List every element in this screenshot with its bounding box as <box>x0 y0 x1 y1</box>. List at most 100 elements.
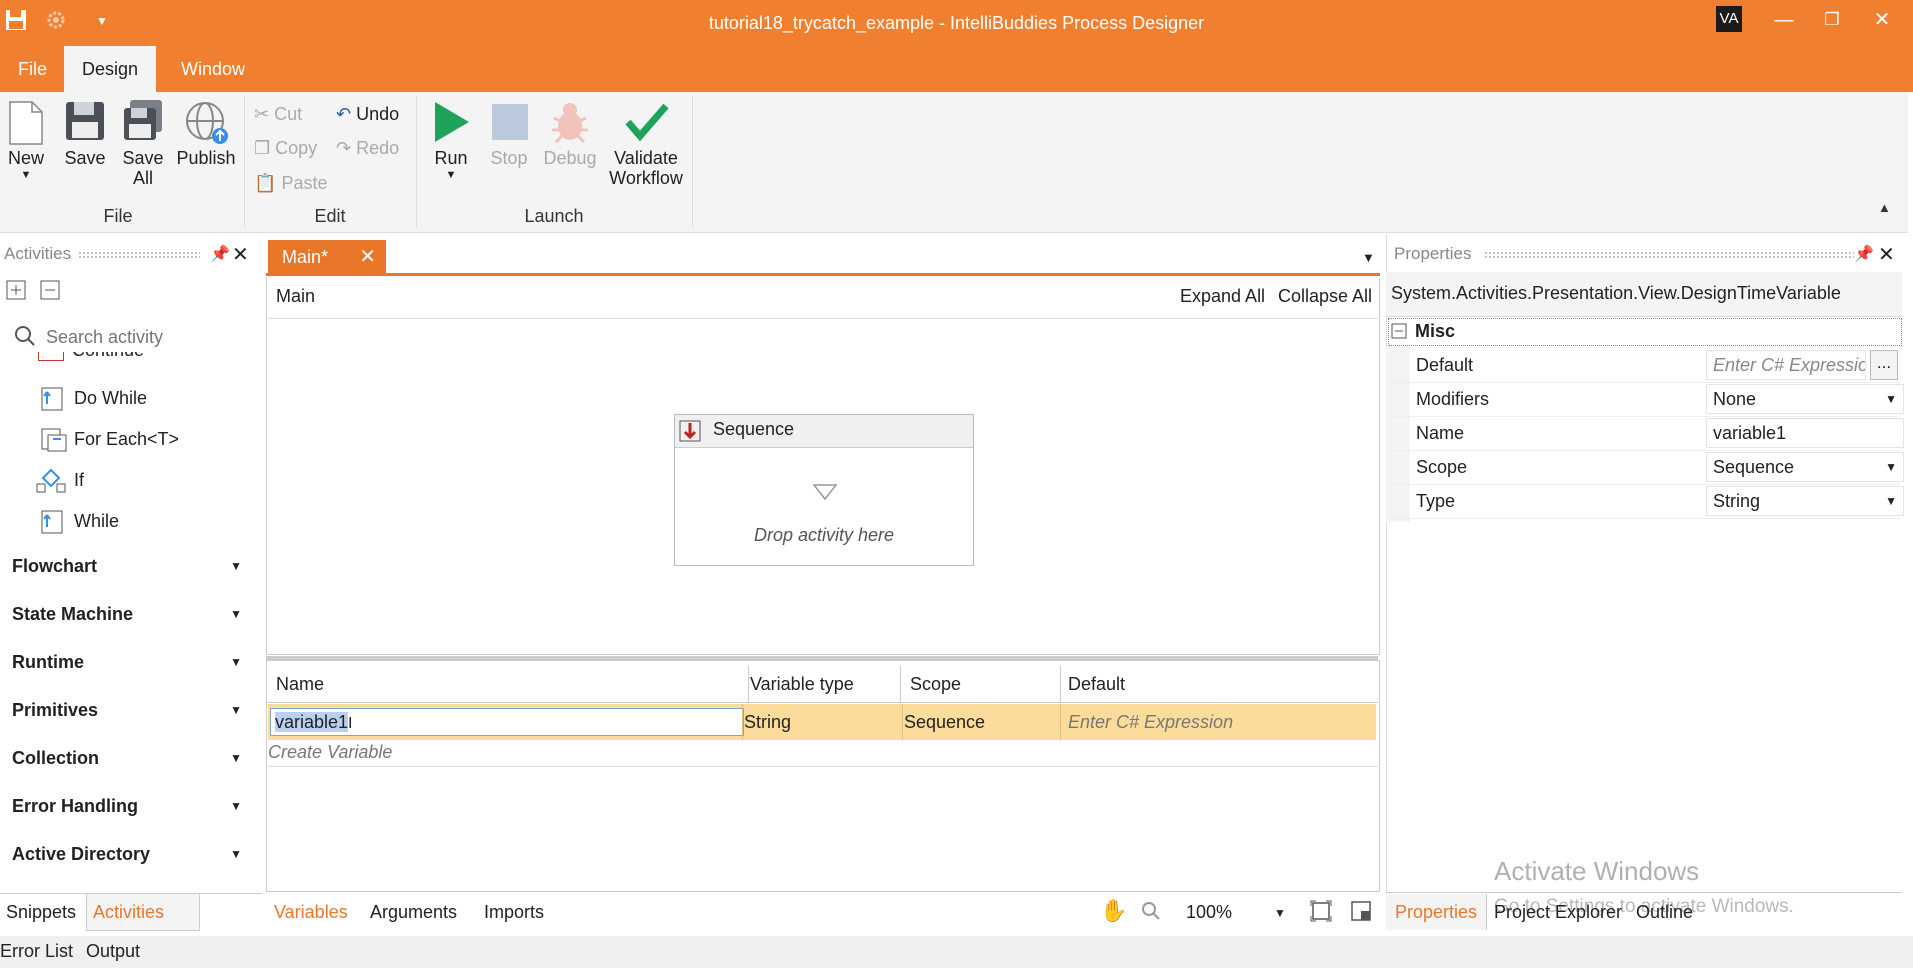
redo-button[interactable]: ↷ Redo <box>336 133 399 163</box>
property-row-modifiers: Modifiers None ▼ <box>1390 382 1904 417</box>
pin-icon[interactable]: 📌 <box>210 244 230 264</box>
panel-grip[interactable] <box>1484 251 1854 259</box>
category-runtime[interactable]: Runtime ▼ <box>12 639 242 685</box>
save-button[interactable]: Save <box>60 100 110 169</box>
collapse-section-icon[interactable] <box>1391 323 1407 344</box>
chevron-down-icon: ▼ <box>230 559 242 573</box>
activities-panel-title: Activities <box>4 244 72 263</box>
ellipsis-button[interactable]: ... <box>1870 350 1898 380</box>
divider <box>742 704 743 740</box>
type-select[interactable]: String ▼ <box>1706 486 1904 516</box>
modifiers-select[interactable]: None ▼ <box>1706 384 1904 414</box>
variable-scope-cell[interactable]: Sequence <box>904 704 1054 740</box>
category-active-directory[interactable]: Active Directory ▼ <box>12 831 242 877</box>
property-row-default: Default Enter C# Expression ... <box>1390 348 1900 383</box>
tab-activities[interactable]: Activities <box>86 894 200 931</box>
tab-underline <box>266 273 1380 276</box>
category-state-machine[interactable]: State Machine ▼ <box>12 591 242 637</box>
save-all-button[interactable]: Save All <box>118 100 168 188</box>
minimize-icon[interactable]: — <box>1766 6 1802 34</box>
new-dropdown-icon[interactable]: ▼ <box>4 169 48 181</box>
search-input[interactable] <box>44 322 248 352</box>
column-header-scope[interactable]: Scope <box>902 666 1061 702</box>
sequence-header[interactable]: Sequence <box>675 415 973 448</box>
undo-button[interactable]: ↶ Undo <box>336 99 399 129</box>
category-primitives[interactable]: Primitives ▼ <box>12 687 242 733</box>
divider <box>1060 704 1061 740</box>
run-dropdown-icon[interactable]: ▼ <box>428 169 474 181</box>
copy-button[interactable]: ❐ Copy <box>254 133 317 163</box>
cut-button[interactable]: ✂ Cut <box>254 99 302 129</box>
column-header-default[interactable]: Default <box>1060 666 1376 702</box>
collapse-all-icon[interactable] <box>40 280 60 305</box>
overview-map-icon[interactable] <box>1350 900 1372 927</box>
new-document-icon <box>4 100 48 145</box>
tab-variables[interactable]: Variables <box>274 894 348 930</box>
zoom-dropdown-icon[interactable]: ▼ <box>1274 906 1286 920</box>
properties-category[interactable]: Misc <box>1388 318 1902 346</box>
close-panel-icon[interactable]: ✕ <box>1878 242 1895 267</box>
tab-imports[interactable]: Imports <box>484 894 544 930</box>
expand-all-icon[interactable] <box>6 280 26 305</box>
chevron-down-icon: ▼ <box>1885 494 1897 508</box>
menu-file[interactable]: File <box>0 46 65 92</box>
menu-window[interactable]: Window <box>163 46 263 92</box>
tab-properties[interactable]: Properties <box>1386 894 1487 930</box>
validate-workflow-button[interactable]: Validate Workflow <box>606 100 686 188</box>
activity-item-for-each[interactable]: For Each<T> <box>40 419 179 459</box>
checkmark-icon <box>624 100 669 144</box>
new-button[interactable]: New ▼ <box>4 100 48 181</box>
error-list-tab[interactable]: Error List <box>0 941 73 962</box>
column-header-name[interactable]: Name <box>268 666 749 702</box>
name-input[interactable]: variable1 <box>1706 418 1904 448</box>
tab-list-dropdown-icon[interactable]: ▼ <box>1362 250 1375 265</box>
edit-group-label: Edit <box>314 206 346 226</box>
activity-item-while[interactable]: While <box>40 501 119 541</box>
publish-button[interactable]: Publish <box>176 100 236 169</box>
debug-button[interactable]: Debug <box>542 100 598 169</box>
collapse-all-link[interactable]: Collapse All <box>1278 286 1372 307</box>
stop-button[interactable]: Stop <box>484 100 534 169</box>
default-expression-input[interactable]: Enter C# Expression <box>1706 350 1866 380</box>
restore-icon[interactable]: ❐ <box>1814 6 1850 34</box>
pin-icon[interactable]: 📌 <box>1854 244 1874 264</box>
pan-hand-icon[interactable]: ✋ <box>1100 898 1127 924</box>
chevron-down-icon: ▼ <box>230 847 242 861</box>
output-tab[interactable]: Output <box>86 941 140 962</box>
close-tab-icon[interactable]: ✕ <box>359 240 376 274</box>
fit-to-screen-icon[interactable] <box>1310 900 1332 927</box>
variable-name-input[interactable]: variable1I <box>270 708 744 736</box>
tab-snippets[interactable]: Snippets <box>0 894 82 930</box>
expand-all-link[interactable]: Expand All <box>1180 286 1265 307</box>
zoom-level[interactable]: 100% <box>1186 894 1232 930</box>
column-header-variable-type[interactable]: Variable type <box>742 666 901 702</box>
variable-type-cell[interactable]: String <box>744 704 894 740</box>
collapse-ribbon-icon[interactable]: ▲ <box>1878 200 1891 215</box>
tab-project-explorer[interactable]: Project Explorer <box>1494 894 1622 930</box>
activity-item-if[interactable]: If <box>36 460 84 500</box>
divider <box>902 704 903 740</box>
user-avatar[interactable]: VA <box>1716 6 1742 32</box>
breadcrumb[interactable]: Main <box>276 286 315 307</box>
activity-item-continue[interactable]: Continue <box>72 352 144 361</box>
close-icon[interactable]: ✕ <box>1864 6 1900 34</box>
close-panel-icon[interactable]: ✕ <box>232 242 249 267</box>
create-variable-link[interactable]: Create Variable <box>268 742 392 763</box>
tab-outline[interactable]: Outline <box>1636 894 1693 930</box>
panel-grip[interactable] <box>78 251 200 259</box>
activity-item-do-while[interactable]: Do While <box>40 378 147 418</box>
category-flowchart[interactable]: Flowchart ▼ <box>12 543 242 589</box>
zoom-icon[interactable] <box>1140 900 1162 927</box>
run-button[interactable]: Run ▼ <box>428 100 474 181</box>
tab-arguments[interactable]: Arguments <box>370 894 457 930</box>
variable-default-cell[interactable]: Enter C# Expression <box>1068 704 1368 740</box>
scope-select[interactable]: Sequence ▼ <box>1706 452 1904 482</box>
search-icon <box>14 325 36 352</box>
category-collection[interactable]: Collection ▼ <box>12 735 242 781</box>
sequence-activity[interactable]: Sequence Drop activity here <box>674 414 974 566</box>
paste-button[interactable]: 📋 Paste <box>254 168 327 198</box>
category-error-handling[interactable]: Error Handling ▼ <box>12 783 242 829</box>
menu-design[interactable]: Design <box>64 46 157 92</box>
tab-main[interactable]: Main* ✕ <box>268 240 386 274</box>
chevron-down-icon: ▼ <box>230 799 242 813</box>
